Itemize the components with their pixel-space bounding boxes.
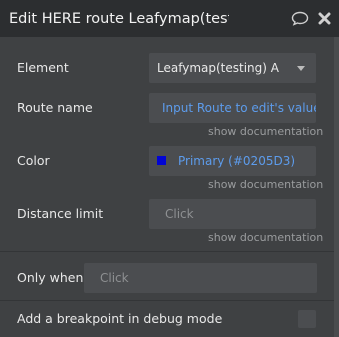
section-divider xyxy=(0,251,334,252)
panel-edge xyxy=(334,37,339,337)
route-name-label: Route name xyxy=(17,100,93,115)
breakpoint-checkbox[interactable] xyxy=(298,310,316,328)
chevron-down-icon xyxy=(297,66,305,71)
comment-icon[interactable] xyxy=(291,11,309,26)
color-picker-field[interactable]: Primary (#0205D3) xyxy=(149,146,316,176)
only-when-field[interactable]: Click xyxy=(84,263,317,293)
route-name-doc-link[interactable]: show documentation xyxy=(208,125,323,139)
element-dropdown[interactable]: Leafymap(testing) A xyxy=(149,53,316,83)
breakpoint-label: Add a breakpoint in debug mode xyxy=(17,311,223,326)
element-label: Element xyxy=(17,60,69,75)
color-value: Primary (#0205D3) xyxy=(178,154,296,168)
distance-limit-label: Distance limit xyxy=(17,206,104,221)
route-name-value: Input Route to edit's value xyxy=(162,101,316,115)
distance-limit-placeholder: Click xyxy=(165,207,194,221)
section-divider-2 xyxy=(0,300,334,301)
panel-title: Edit HERE route Leafymap(testir xyxy=(9,11,229,27)
only-when-placeholder: Click xyxy=(100,271,129,285)
distance-limit-field[interactable]: Click xyxy=(149,199,316,229)
element-dropdown-value: Leafymap(testing) A xyxy=(157,61,279,75)
color-doc-link[interactable]: show documentation xyxy=(208,178,323,192)
only-when-label: Only when xyxy=(17,270,84,285)
route-name-field[interactable]: Input Route to edit's value xyxy=(149,93,316,123)
distance-limit-doc-link[interactable]: show documentation xyxy=(208,231,323,245)
close-icon[interactable] xyxy=(318,12,331,25)
color-swatch xyxy=(157,156,166,165)
color-label: Color xyxy=(17,153,50,168)
title-bar: Edit HERE route Leafymap(testir xyxy=(0,0,339,37)
